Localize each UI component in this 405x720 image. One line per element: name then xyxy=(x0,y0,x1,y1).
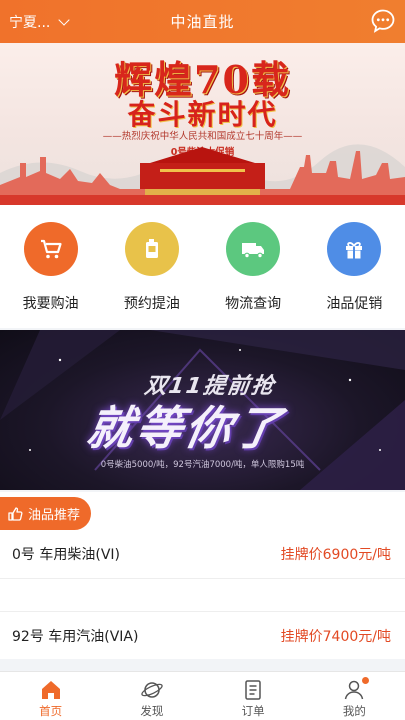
anniversary-banner[interactable]: 辉煌70载 奋斗新时代 ——热烈庆祝中华人民共和国成立七十周年—— 0号柴油大促… xyxy=(0,43,405,205)
city-skyline-illustration xyxy=(0,144,405,205)
menu-item-reserve-pickup[interactable]: 预约提油 xyxy=(101,205,202,328)
section-tag: 油品推荐 xyxy=(0,497,91,530)
chat-bubble-icon[interactable] xyxy=(370,8,396,34)
top-header: 宁夏... 中油直批 xyxy=(0,0,405,43)
bottom-tab-bar: 首页 发现 订单 我的 xyxy=(0,671,405,720)
product-price: 挂牌价6900元/吨 xyxy=(280,547,391,563)
page-title: 中油直批 xyxy=(170,13,235,31)
tab-orders[interactable]: 订单 xyxy=(203,672,304,720)
thumbs-up-icon xyxy=(8,506,23,521)
menu-item-label: 预约提油 xyxy=(123,296,180,312)
menu-item-logistics[interactable]: 物流查询 xyxy=(203,205,304,328)
banner-subheadline: 奋斗新时代 xyxy=(127,98,278,131)
truck-icon xyxy=(226,222,281,276)
promo-note: 0号柴油5000/吨，92号汽油7000/吨，单人限购15吨 xyxy=(100,460,305,470)
tab-label: 首页 xyxy=(39,704,63,718)
tab-discover[interactable]: 发现 xyxy=(101,672,202,720)
tab-label: 订单 xyxy=(241,704,265,718)
quick-menu: 我要购油 预约提油 物流查询 油品促销 xyxy=(0,205,405,328)
home-icon xyxy=(41,681,60,699)
notification-dot xyxy=(362,677,370,684)
menu-item-promotions[interactable]: 油品促销 xyxy=(304,205,405,328)
product-price: 挂牌价7400元/吨 xyxy=(280,629,391,645)
tab-label: 我的 xyxy=(342,704,366,718)
menu-item-label: 油品促销 xyxy=(326,296,383,312)
fuel-can-icon xyxy=(124,222,179,276)
menu-item-buy-oil[interactable]: 我要购油 xyxy=(0,205,101,328)
gift-icon xyxy=(327,222,382,276)
double-eleven-banner[interactable]: 双11提前抢 就等你了 0号柴油5000/吨，92号汽油7000/吨，单人限购1… xyxy=(0,330,405,490)
tab-home[interactable]: 首页 xyxy=(0,672,101,720)
menu-item-label: 我要购油 xyxy=(22,296,79,312)
section-tag-label: 油品推荐 xyxy=(28,508,81,523)
product-name: 0号 车用柴油(VI) xyxy=(12,547,120,563)
planet-icon xyxy=(141,682,163,698)
product-name: 92号 车用汽油(VIA) xyxy=(12,629,139,645)
divider xyxy=(0,578,405,614)
shopping-cart-icon xyxy=(23,222,78,276)
promo-line-2: 就等你了 xyxy=(82,401,289,455)
tab-profile[interactable]: 我的 xyxy=(304,672,405,720)
document-icon xyxy=(245,680,261,700)
product-row[interactable]: 0号 车用柴油(VI) 挂牌价6900元/吨 xyxy=(0,530,405,578)
product-row[interactable]: 92号 车用汽油(VIA) 挂牌价7400元/吨 xyxy=(0,611,405,659)
menu-item-label: 物流查询 xyxy=(225,296,282,312)
tab-label: 发现 xyxy=(140,704,164,718)
app-screen: { "header": { "location": "宁夏...", "titl… xyxy=(0,0,405,720)
